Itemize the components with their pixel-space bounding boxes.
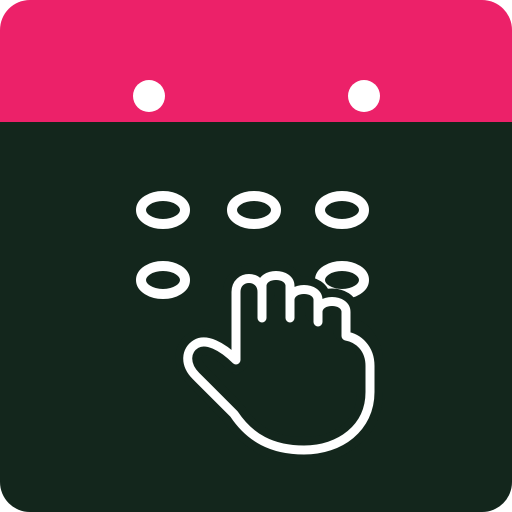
keypad-dot-1	[136, 191, 190, 229]
calendar-ring-hole-right	[348, 80, 380, 112]
keypad-dot-3	[315, 191, 369, 229]
calendar-header	[0, 0, 512, 122]
calendar-keypad-icon	[0, 0, 512, 512]
keypad-dot-2	[227, 191, 281, 229]
app-icon	[0, 0, 512, 512]
keypad-dot-4	[136, 261, 190, 299]
calendar-ring-hole-left	[133, 80, 165, 112]
